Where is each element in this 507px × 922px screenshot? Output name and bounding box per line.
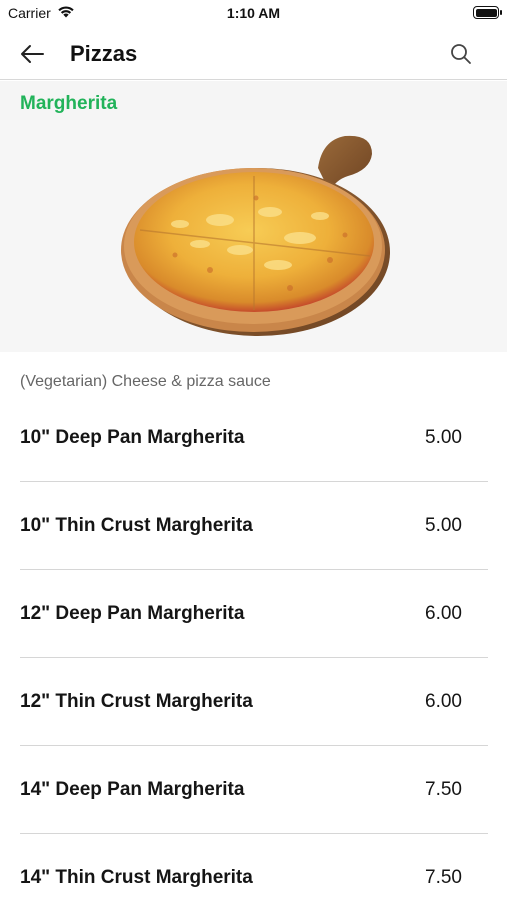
menu-item-price: 7.50 (425, 779, 462, 800)
menu-item-price: 7.50 (425, 867, 462, 888)
section-header: Margherita (0, 81, 507, 120)
menu-item-price: 6.00 (425, 603, 462, 624)
menu-item[interactable]: 12" Thin Crust Margherita 6.00 (20, 658, 488, 746)
menu-item-price: 5.00 (425, 515, 462, 536)
navigation-bar: Pizzas (0, 28, 507, 80)
menu-item-price: 5.00 (425, 427, 462, 448)
status-bar: Carrier 1:10 AM (0, 0, 507, 28)
menu-item-name: 10" Thin Crust Margherita (20, 515, 253, 536)
section-title: Margherita (20, 93, 118, 114)
menu-item-name: 10" Deep Pan Margherita (20, 427, 245, 448)
menu-item-list: 10" Deep Pan Margherita 5.00 10" Thin Cr… (20, 394, 488, 922)
page-title: Pizzas (70, 41, 138, 66)
back-button[interactable] (18, 40, 46, 68)
menu-item-price: 6.00 (425, 691, 462, 712)
menu-item-name: 14" Thin Crust Margherita (20, 867, 253, 888)
arrow-left-icon (21, 45, 44, 63)
search-icon (451, 44, 471, 64)
search-button[interactable] (447, 40, 475, 68)
item-description: (Vegetarian) Cheese & pizza sauce (20, 373, 271, 390)
pizza-image (0, 120, 507, 352)
menu-item[interactable]: 12" Deep Pan Margherita 6.00 (20, 570, 488, 658)
status-time: 1:10 AM (226, 5, 281, 21)
menu-item[interactable]: 14" Deep Pan Margherita 7.50 (20, 746, 488, 834)
menu-item[interactable]: 10" Thin Crust Margherita 5.00 (20, 482, 488, 570)
menu-item[interactable]: 10" Deep Pan Margherita 5.00 (20, 394, 488, 482)
menu-item[interactable]: 14" Thin Crust Margherita 7.50 (20, 834, 488, 922)
menu-item-name: 14" Deep Pan Margherita (20, 779, 245, 800)
menu-item-name: 12" Thin Crust Margherita (20, 691, 253, 712)
menu-item-name: 12" Deep Pan Margherita (20, 603, 245, 624)
battery-icon (473, 6, 502, 19)
